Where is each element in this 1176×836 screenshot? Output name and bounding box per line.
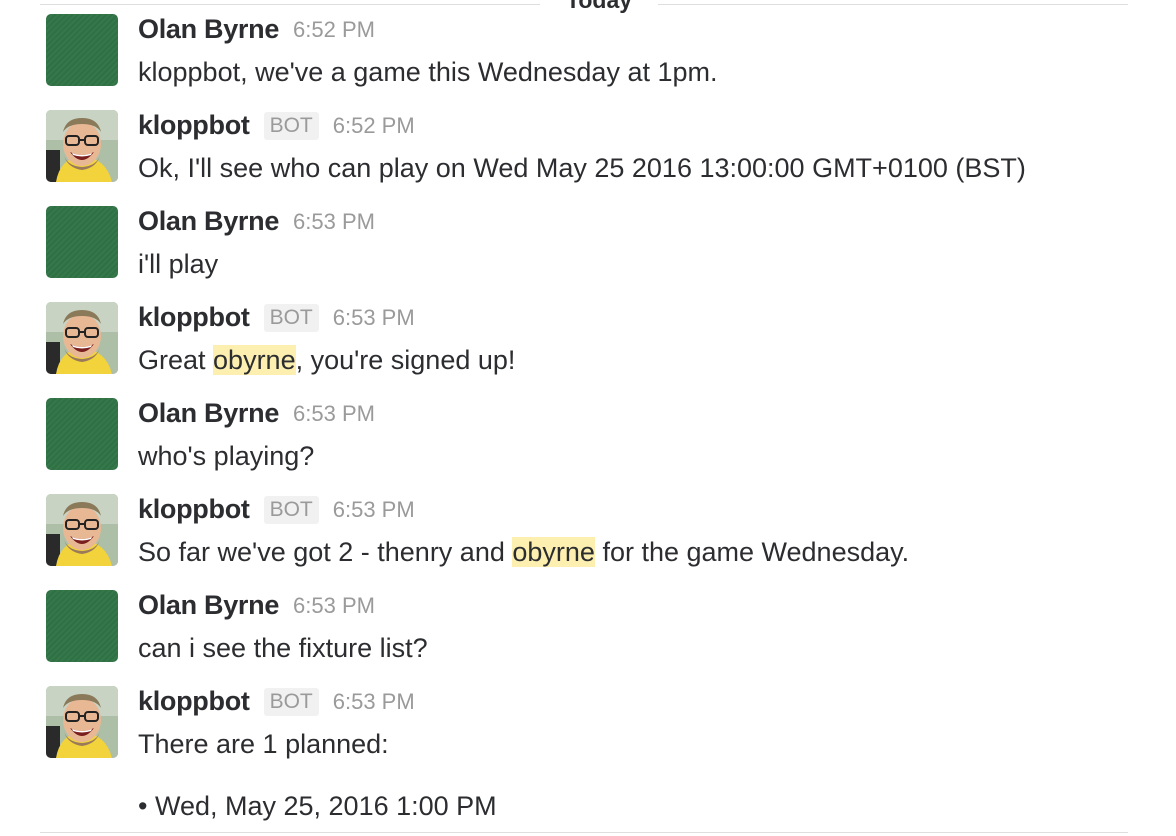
message-content: kloppbot BOT 6:53 PM There are 1 planned: — [138, 686, 1156, 762]
message-header: kloppbot BOT 6:53 PM — [138, 302, 1156, 342]
bottom-divider — [40, 832, 1128, 833]
message-text-segment: , you're signed up! — [295, 345, 516, 375]
message-content: kloppbot BOT 6:53 PM Great obyrne, you're s… — [138, 302, 1156, 378]
day-divider: Today — [40, 0, 1128, 13]
message-text-segment: Ok, I'll see who can play on Wed May 25 … — [138, 153, 1026, 183]
sender-name[interactable]: kloppbot — [138, 686, 250, 716]
message-text-segment: for the game Wednesday. — [594, 537, 910, 567]
message: kloppbot BOT 6:53 PM Great obyrne, you're s… — [46, 302, 1156, 398]
sender-name[interactable]: Olan Byrne — [138, 206, 279, 236]
message-content: Olan Byrne 6:52 PM kloppbot, we've a game … — [138, 14, 1156, 90]
sender-name[interactable]: Olan Byrne — [138, 14, 279, 44]
chat-window: Today Olan Byrne 6:52 PM kloppbot, we've a… — [0, 0, 1176, 836]
bullet-icon: • — [138, 791, 148, 821]
message-timestamp[interactable]: 6:53 PM — [293, 401, 375, 426]
fixture-item-text: Wed, May 25, 2016 1:00 PM — [154, 791, 497, 821]
bot-avatar[interactable] — [46, 110, 118, 182]
message-timestamp[interactable]: 6:53 PM — [293, 209, 375, 234]
message-timestamp[interactable]: 6:52 PM — [293, 17, 375, 42]
message-text: Ok, I'll see who can play on Wed May 25 … — [138, 150, 1156, 186]
message-content: Olan Byrne 6:53 PM i'll play — [138, 206, 1156, 282]
message-timestamp[interactable]: 6:53 PM — [293, 593, 375, 618]
sender-name[interactable]: Olan Byrne — [138, 590, 279, 620]
fixture-list-item: • Wed, May 25, 2016 1:00 PM — [138, 788, 497, 824]
bot-badge: BOT — [263, 111, 319, 140]
message-text: kloppbot, we've a game this Wednesday at… — [138, 54, 1156, 90]
message-text: Great obyrne, you're signed up! — [138, 342, 1156, 378]
message-text-segment: So far we've got 2 - thenry and — [138, 537, 513, 567]
message-content: Olan Byrne 6:53 PM who's playing? — [138, 398, 1156, 474]
user-avatar[interactable] — [46, 590, 118, 662]
message-text: who's playing? — [138, 438, 1156, 474]
message: kloppbot BOT 6:52 PM Ok, I'll see who can p… — [46, 110, 1156, 206]
user-avatar[interactable] — [46, 398, 118, 470]
message-timestamp[interactable]: 6:53 PM — [333, 305, 415, 330]
bot-avatar[interactable] — [46, 494, 118, 566]
sender-name[interactable]: kloppbot — [138, 302, 250, 332]
bot-avatar[interactable] — [46, 686, 118, 758]
bot-avatar[interactable] — [46, 302, 118, 374]
message-text-segment: can i see the fixture list? — [138, 633, 428, 663]
message-content: Olan Byrne 6:53 PM can i see the fixture l… — [138, 590, 1156, 666]
message-header: kloppbot BOT 6:53 PM — [138, 494, 1156, 534]
message-timestamp[interactable]: 6:53 PM — [333, 689, 415, 714]
kloppbot-avatar-icon — [46, 302, 118, 374]
message-header: kloppbot BOT 6:53 PM — [138, 686, 1156, 726]
message-header: Olan Byrne 6:53 PM — [138, 590, 1156, 630]
message: Olan Byrne 6:53 PM who's playing? — [46, 398, 1156, 494]
message-header: Olan Byrne 6:53 PM — [138, 206, 1156, 246]
message-text: So far we've got 2 - thenry and obyrne f… — [138, 534, 1156, 570]
message-text: i'll play — [138, 246, 1156, 282]
user-mention[interactable]: obyrne — [512, 537, 595, 567]
message-text-segment: Great — [138, 345, 214, 375]
message-text-segment: There are 1 planned: — [138, 729, 389, 759]
bot-badge: BOT — [263, 495, 319, 524]
message: Olan Byrne 6:53 PM can i see the fixture l… — [46, 590, 1156, 686]
message-content: kloppbot BOT 6:52 PM Ok, I'll see who can p… — [138, 110, 1156, 186]
message-content: kloppbot BOT 6:53 PM So far we've got 2 - t… — [138, 494, 1156, 570]
sender-name[interactable]: Olan Byrne — [138, 398, 279, 428]
message-text: There are 1 planned: — [138, 726, 1156, 762]
bot-badge: BOT — [263, 687, 319, 716]
message: Olan Byrne 6:53 PM i'll play — [46, 206, 1156, 302]
message-header: Olan Byrne 6:52 PM — [138, 14, 1156, 54]
kloppbot-avatar-icon — [46, 494, 118, 566]
kloppbot-avatar-icon — [46, 686, 118, 758]
bot-badge: BOT — [263, 303, 319, 332]
day-divider-label: Today — [540, 0, 659, 13]
message-header: Olan Byrne 6:53 PM — [138, 398, 1156, 438]
message-timestamp[interactable]: 6:52 PM — [333, 113, 415, 138]
user-avatar[interactable] — [46, 206, 118, 278]
message: Olan Byrne 6:52 PM kloppbot, we've a game … — [46, 14, 1156, 110]
message: kloppbot BOT 6:53 PM So far we've got 2 - t… — [46, 494, 1156, 590]
message-text-segment: i'll play — [138, 249, 219, 279]
message: kloppbot BOT 6:53 PM There are 1 planned: — [46, 686, 1156, 782]
user-mention[interactable]: obyrne — [213, 345, 296, 375]
kloppbot-avatar-icon — [46, 110, 118, 182]
sender-name[interactable]: kloppbot — [138, 110, 250, 140]
message-text-segment: who's playing? — [138, 441, 315, 471]
user-avatar[interactable] — [46, 14, 118, 86]
message-text-segment: kloppbot, we've a game this Wednesday at… — [138, 57, 718, 87]
sender-name[interactable]: kloppbot — [138, 494, 250, 524]
message-text: can i see the fixture list? — [138, 630, 1156, 666]
message-header: kloppbot BOT 6:52 PM — [138, 110, 1156, 150]
message-timestamp[interactable]: 6:53 PM — [333, 497, 415, 522]
